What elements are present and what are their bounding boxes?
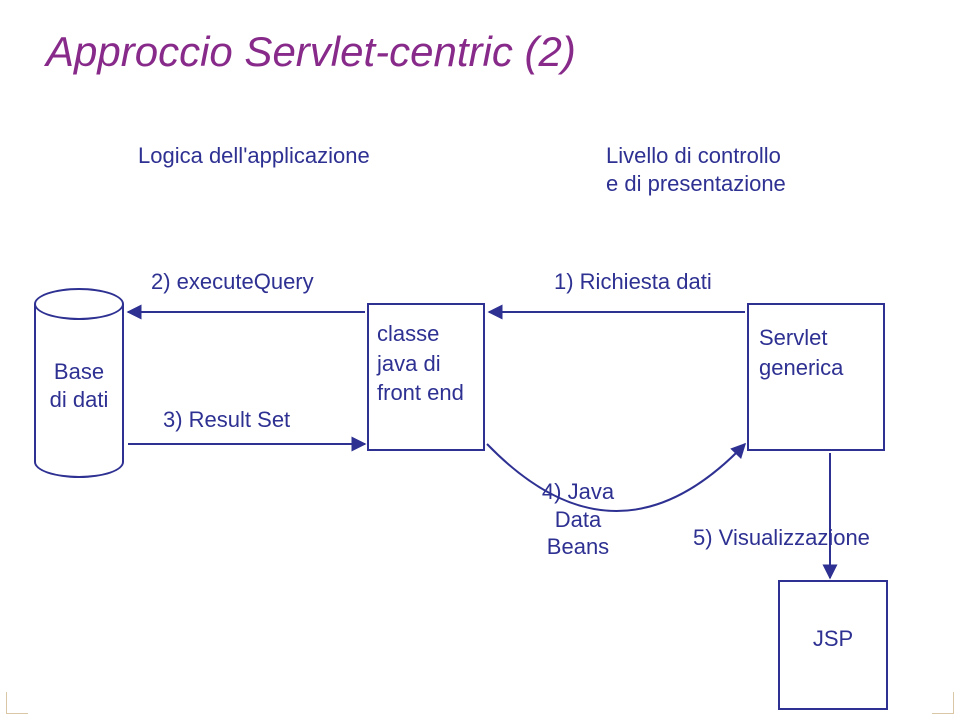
label-executequery: 2) executeQuery — [151, 268, 314, 296]
heading-livello-l2: e di presentazione — [606, 171, 786, 196]
box-jsp: JSP — [778, 580, 888, 710]
jb-l1: 4) Java — [542, 479, 614, 504]
classe-l1: classe — [377, 321, 439, 346]
classe-l2: java di — [377, 351, 441, 376]
heading-livello: Livello di controllo e di presentazione — [606, 142, 786, 197]
servlet-l2: generica — [759, 355, 843, 380]
heading-livello-l1: Livello di controllo — [606, 143, 781, 168]
servlet-l1: Servlet — [759, 325, 827, 350]
label-visualizzazione: 5) Visualizzazione — [693, 524, 870, 552]
db-l1: Base — [54, 359, 104, 384]
jsp-label: JSP — [813, 626, 853, 651]
label-javabeans: 4) Java Data Beans — [528, 478, 628, 561]
label-richiesta: 1) Richiesta dati — [554, 268, 712, 296]
heading-logica: Logica dell'applicazione — [138, 142, 370, 170]
db-l2: di dati — [50, 387, 109, 412]
database-label: Base di dati — [34, 358, 124, 413]
label-resultset: 3) Result Set — [163, 406, 290, 434]
jb-l3: Beans — [547, 534, 609, 559]
page-title: Approccio Servlet-centric (2) — [46, 28, 576, 76]
database-cylinder: Base di dati — [34, 288, 124, 478]
jb-l2: Data — [555, 507, 601, 532]
corner-br — [932, 692, 954, 714]
box-classe-frontend: classe java di front end — [367, 303, 485, 451]
classe-l3: front end — [377, 380, 464, 405]
corner-bl — [6, 692, 28, 714]
box-servlet-generica: Servlet generica — [747, 303, 885, 451]
